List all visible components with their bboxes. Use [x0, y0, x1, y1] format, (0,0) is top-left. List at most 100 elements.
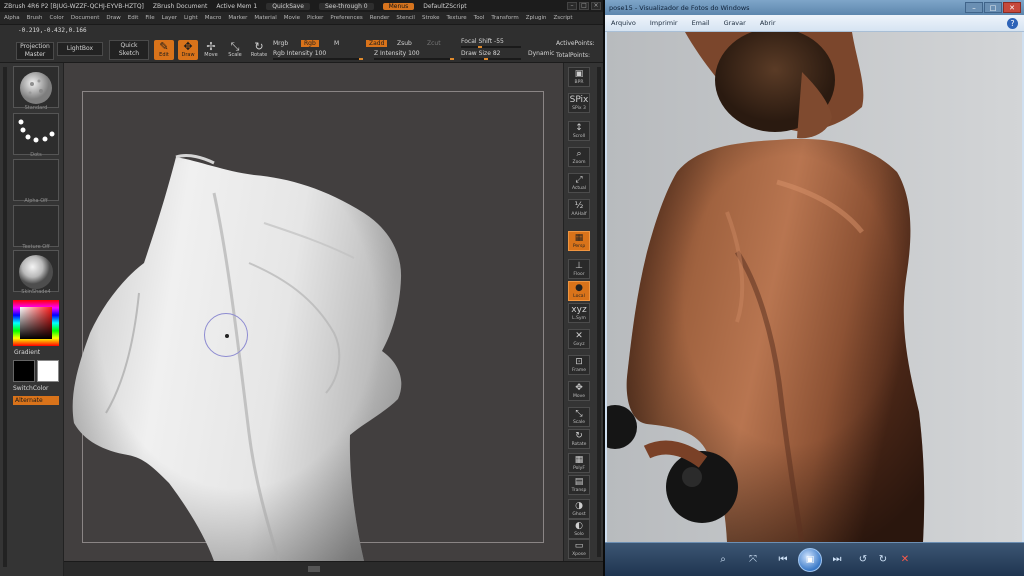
zoom-icon[interactable]: ⌕ — [715, 553, 731, 567]
shelf-polyf-button[interactable]: ▦ PolyF — [568, 453, 590, 473]
rotate-left-icon[interactable]: ↺ — [855, 553, 871, 567]
move-button[interactable]: ✢ Move — [201, 40, 221, 60]
menu-zscript[interactable]: Zscript — [553, 15, 572, 21]
material-selector[interactable] — [13, 250, 59, 292]
menu-draw[interactable]: Draw — [106, 15, 120, 21]
shelf-l-sym-button[interactable]: xyz L.Sym — [568, 303, 590, 323]
brush-selector[interactable] — [13, 66, 59, 108]
alpha-selector[interactable] — [13, 159, 59, 201]
close-icon[interactable]: ✕ — [1003, 2, 1021, 13]
close-icon[interactable]: × — [591, 2, 601, 10]
menu-email[interactable]: Email — [692, 19, 710, 27]
menu-macro[interactable]: Macro — [205, 15, 222, 21]
gradient-toggle[interactable]: Gradient — [14, 349, 40, 356]
menu-file[interactable]: File — [145, 15, 154, 21]
delete-icon[interactable]: ✕ — [897, 553, 913, 567]
main-color-swatch[interactable] — [13, 360, 35, 382]
left-shelf-scroll[interactable] — [3, 67, 7, 567]
shelf-zoom-button[interactable]: ⌕ Zoom — [568, 147, 590, 167]
menu-material[interactable]: Material — [254, 15, 276, 21]
edit-button[interactable]: ✎ Edit — [154, 40, 174, 60]
see-through-slider[interactable]: See-through 0 — [318, 2, 374, 10]
zsub-toggle[interactable]: Zsub — [397, 40, 412, 47]
menu-light[interactable]: Light — [184, 15, 198, 21]
menu-picker[interactable]: Picker — [307, 15, 323, 21]
menus-button[interactable]: Menus — [382, 2, 415, 10]
menu-brush[interactable]: Brush — [27, 15, 43, 21]
rotate-button[interactable]: ↻ Rotate — [249, 40, 269, 60]
draw-button[interactable]: ✥ Draw — [178, 40, 198, 60]
menu-layer[interactable]: Layer — [162, 15, 177, 21]
menu-tool[interactable]: Tool — [474, 15, 485, 21]
quicksave-button[interactable]: QuickSave — [266, 2, 310, 10]
slideshow-icon[interactable]: ▣ — [798, 548, 822, 572]
maximize-icon[interactable]: □ — [984, 2, 1002, 13]
shelf-frame-button[interactable]: ⊡ Frame — [568, 355, 590, 375]
zcut-toggle[interactable]: Zcut — [427, 40, 441, 47]
shelf-spix-3-button[interactable]: SPix SPix 3 — [568, 93, 590, 113]
rotate-right-icon[interactable]: ↻ — [875, 553, 891, 567]
menu-zplugin[interactable]: Zplugin — [526, 15, 547, 21]
menu-texture[interactable]: Texture — [447, 15, 467, 21]
shelf-move-button[interactable]: ✥ Move — [568, 381, 590, 401]
lightbox-button[interactable]: LightBox — [57, 42, 103, 56]
minimize-icon[interactable]: – — [965, 2, 983, 13]
zbrush-canvas[interactable] — [64, 63, 563, 561]
zadd-toggle[interactable]: Zadd — [366, 40, 388, 47]
next-icon[interactable]: ⏭ — [829, 553, 845, 567]
scale-button[interactable]: ⤡ Scale — [225, 40, 245, 60]
menu-preferences[interactable]: Preferences — [330, 15, 362, 21]
shelf-bpr-button[interactable]: ▣ BPR — [568, 67, 590, 87]
switch-color-button[interactable]: SwitchColor — [13, 385, 49, 392]
secondary-color-swatch[interactable] — [37, 360, 59, 382]
menu-marker[interactable]: Marker — [228, 15, 247, 21]
shelf-rotate-button[interactable]: ↻ Rotate — [568, 429, 590, 449]
z-intensity-slider[interactable]: Z Intensity 100 — [374, 50, 420, 57]
shelf-scroll-button[interactable]: ↕ Scroll — [568, 121, 590, 141]
projection-master-button[interactable]: Projection Master — [16, 42, 54, 60]
shelf-solo-button[interactable]: ◐ Solo — [568, 519, 590, 539]
menu-render[interactable]: Render — [370, 15, 390, 21]
shelf-scale-button[interactable]: ⤡ Scale — [568, 407, 590, 427]
menu-gravar[interactable]: Gravar — [724, 19, 746, 27]
maximize-icon[interactable]: □ — [579, 2, 589, 10]
mrgb-toggle[interactable]: Mrgb — [273, 40, 288, 47]
shelf-ghost-button[interactable]: ◑ Ghost — [568, 499, 590, 519]
menu-alpha[interactable]: Alpha — [4, 15, 20, 21]
quick-sketch-button[interactable]: Quick Sketch — [109, 40, 149, 60]
menu-movie[interactable]: Movie — [284, 15, 300, 21]
menu-edit[interactable]: Edit — [128, 15, 139, 21]
menu-abrir[interactable]: Abrir — [760, 19, 776, 27]
rgb-intensity-slider[interactable]: Rgb Intensity 100 — [273, 50, 326, 57]
shelf-transp-button[interactable]: ▤ Transp — [568, 475, 590, 495]
menu-transform[interactable]: Transform — [491, 15, 518, 21]
minimize-icon[interactable]: – — [567, 2, 577, 10]
shelf-floor-button[interactable]: ⊥ Floor — [568, 259, 590, 279]
alternate-button[interactable]: Alternate — [13, 396, 59, 405]
menu-color[interactable]: Color — [50, 15, 64, 21]
help-icon[interactable]: ? — [1007, 17, 1018, 29]
dynamic-toggle[interactable]: Dynamic — [528, 50, 554, 57]
texture-selector[interactable] — [13, 205, 59, 247]
document-menu[interactable]: ZBrush Document — [153, 3, 207, 10]
shelf-local-button[interactable]: ● Local — [568, 281, 590, 301]
menu-imprimir[interactable]: Imprimir — [650, 19, 678, 27]
shelf-aahalf-button[interactable]: ½ AAHalf — [568, 199, 590, 219]
bottom-shelf-handle[interactable] — [308, 566, 320, 572]
menu-stroke[interactable]: Stroke — [422, 15, 440, 21]
shelf-actual-button[interactable]: ⤢ Actual — [568, 173, 590, 193]
menu-document[interactable]: Document — [71, 15, 100, 21]
rgb-toggle[interactable]: Rgb — [301, 40, 319, 47]
fit-icon[interactable]: ⤧ — [745, 553, 761, 567]
default-zscript-button[interactable]: DefaultZScript — [423, 3, 466, 10]
shelf-xpose-button[interactable]: ▭ Xpose — [568, 539, 590, 559]
stroke-selector[interactable] — [13, 113, 59, 155]
right-shelf-scroll[interactable] — [597, 67, 601, 557]
previous-icon[interactable]: ⏮ — [775, 553, 791, 567]
draw-size-slider[interactable]: Draw Size 82 — [461, 50, 500, 57]
menu-arquivo[interactable]: Arquivo — [611, 19, 636, 27]
shelf-gxyz-button[interactable]: ✕ Gxyz — [568, 329, 590, 349]
m-toggle[interactable]: M — [334, 40, 339, 47]
menu-stencil[interactable]: Stencil — [396, 15, 415, 21]
shelf-persp-button[interactable]: ▦ Persp — [568, 231, 590, 251]
